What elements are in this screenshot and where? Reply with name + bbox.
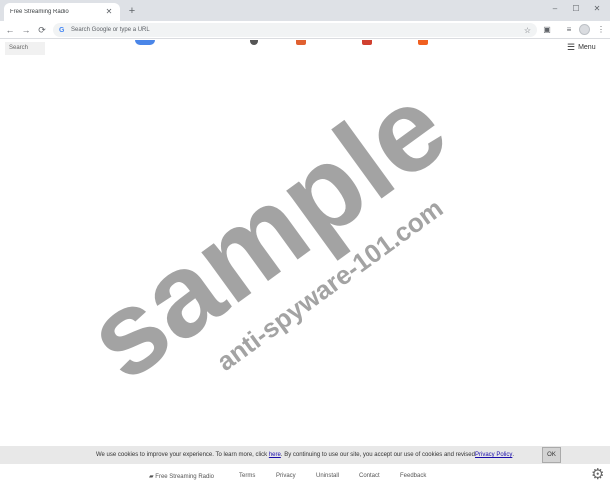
cookie-banner: We use cookies to improve your experienc…	[0, 446, 610, 464]
cookie-text-middle: . By continuing to use our site, you acc…	[280, 452, 475, 458]
extension-icon[interactable]: ▣	[541, 24, 553, 36]
close-tab-icon[interactable]: ✕	[104, 7, 114, 17]
footer-brand-label: Free Streaming Radio	[155, 474, 214, 480]
bookmark-star-icon[interactable]: ☆	[524, 26, 531, 35]
menu-button[interactable]: ☰ Menu	[567, 42, 596, 53]
back-icon[interactable]: ←	[4, 24, 16, 36]
watermark-sample-text: sample	[63, 60, 470, 406]
footer-link-feedback[interactable]: Feedback	[400, 473, 426, 479]
menu-label: Menu	[578, 44, 596, 51]
reload-icon[interactable]: ⟳	[36, 24, 48, 36]
browser-window: Free Streaming Radio ✕ + – ☐ ✕ ← → ⟳ G S…	[0, 0, 610, 488]
tab-free-streaming-radio[interactable]: Free Streaming Radio ✕	[4, 3, 120, 21]
shortcut-tile[interactable]	[362, 40, 372, 45]
forward-icon[interactable]: →	[20, 24, 32, 36]
footer-link-terms[interactable]: Terms	[239, 473, 255, 479]
cookie-here-link[interactable]: here	[269, 452, 281, 458]
cookie-ok-button[interactable]: OK	[542, 447, 561, 463]
hamburger-icon: ☰	[567, 42, 576, 52]
omnibox-placeholder: Search Google or type a URL	[71, 27, 150, 33]
watermark: sample anti-spyware-101.com	[63, 60, 470, 406]
watermark-domain-text: anti-spyware-101.com	[211, 193, 448, 377]
profile-avatar[interactable]	[579, 24, 590, 35]
footer-link-privacy[interactable]: Privacy	[276, 473, 296, 479]
privacy-policy-link[interactable]: Privacy Policy	[475, 452, 512, 458]
shortcut-tile[interactable]	[296, 40, 306, 45]
radio-icon: ▰	[149, 474, 154, 480]
more-options-icon[interactable]: ⋮	[595, 24, 607, 36]
footer-link-contact[interactable]: Contact	[359, 473, 380, 479]
window-close-icon[interactable]: ✕	[590, 3, 604, 15]
browser-toolbar: ← → ⟳ G Search Google or type a URL ☆ ▣ …	[0, 21, 610, 39]
minimize-icon[interactable]: –	[548, 3, 562, 15]
page-search-input[interactable]: Search	[5, 42, 45, 55]
tab-title: Free Streaming Radio	[10, 9, 69, 15]
page-footer: ▰ Free Streaming Radio Terms Privacy Uni…	[0, 466, 610, 488]
maximize-icon[interactable]: ☐	[569, 3, 583, 15]
shortcut-tile[interactable]	[135, 40, 155, 45]
new-tab-button[interactable]: +	[126, 5, 138, 17]
cookie-text: We use cookies to improve your experienc…	[95, 452, 268, 458]
footer-link-uninstall[interactable]: Uninstall	[316, 473, 339, 479]
google-icon: G	[59, 26, 65, 34]
shortcut-tile[interactable]	[418, 40, 428, 45]
media-icon[interactable]: ≡	[563, 24, 575, 36]
tab-strip: Free Streaming Radio ✕ + – ☐ ✕	[0, 0, 610, 21]
footer-brand[interactable]: ▰ Free Streaming Radio	[149, 473, 214, 480]
shortcut-tile[interactable]	[250, 40, 258, 45]
settings-gear-icon[interactable]: ⚙	[591, 467, 604, 483]
omnibox[interactable]: G Search Google or type a URL ☆	[53, 23, 537, 37]
cookie-text-end: .	[512, 452, 514, 458]
